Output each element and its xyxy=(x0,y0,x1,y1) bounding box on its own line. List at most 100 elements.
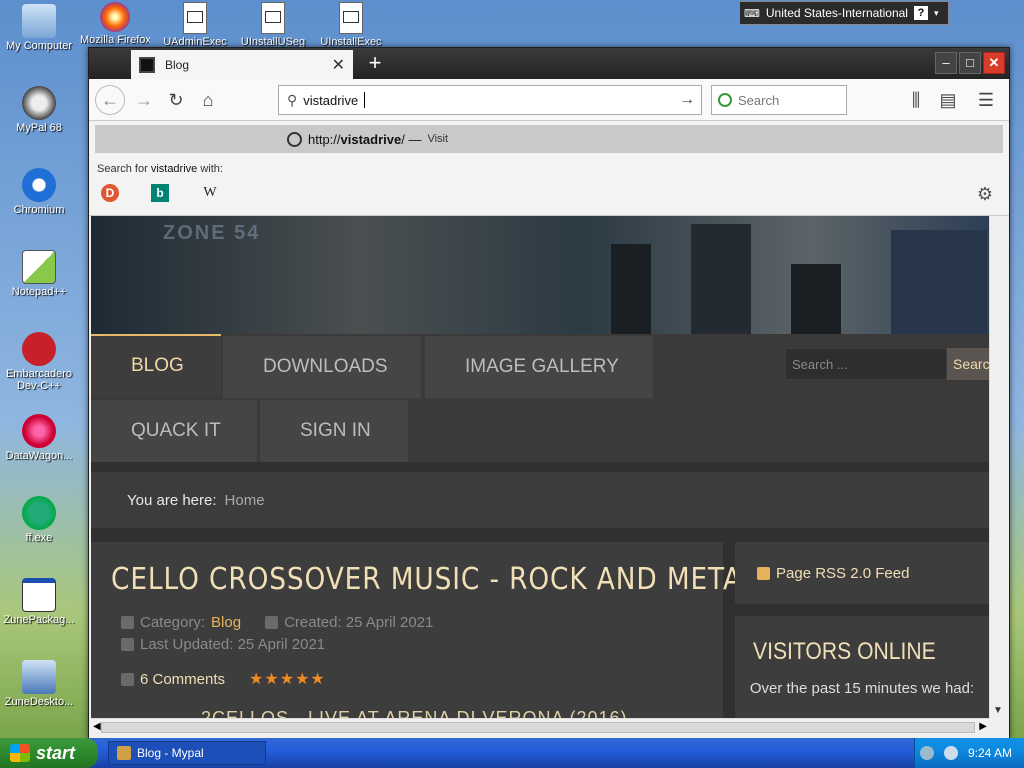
desktop-icon-chromium[interactable]: Chromium xyxy=(0,168,79,216)
visitors-heading: VISITORS ONLINE xyxy=(753,638,936,665)
desktop-icon-zunepackage[interactable]: ZunePackag... xyxy=(0,578,79,626)
sidebar-icon[interactable]: ▤ xyxy=(935,87,961,113)
breadcrumb-label: You are here: xyxy=(127,491,217,509)
vertical-scrollbar[interactable]: ▼ xyxy=(989,216,1007,718)
desktop-icon-label: ZunePackag... xyxy=(3,614,75,626)
desktop-icon-label: Chromium xyxy=(13,204,65,216)
article-meta-updated: Last Updated: 25 April 2021 xyxy=(121,636,325,653)
search-engines: D b W xyxy=(101,184,219,202)
home-button[interactable]: ⌂ xyxy=(195,87,221,113)
navigation-toolbar: ← → ↻ ⌂ ⚲ vistadrive → Search ⫼ ▤ ☰ xyxy=(89,79,1009,121)
breadcrumb-home[interactable]: Home xyxy=(225,492,265,509)
site-banner: ZONE 54 xyxy=(91,216,989,334)
go-arrow-icon[interactable]: → xyxy=(679,91,695,109)
gear-icon[interactable]: ⚙ xyxy=(977,184,993,205)
horizontal-scroll-thumb[interactable] xyxy=(101,722,975,733)
datawagon-icon xyxy=(22,414,56,448)
bing-icon[interactable]: b xyxy=(151,184,169,202)
site-favicon-icon xyxy=(139,56,155,73)
new-tab-button[interactable]: + xyxy=(361,50,389,78)
desktop-icon-firefox[interactable]: Mozilla Firefox xyxy=(80,2,150,46)
language-bar[interactable]: ⌨ United States-International ? ▾ xyxy=(739,1,949,25)
desktop-icon-label: ff.exe xyxy=(25,532,53,544)
desktop-icon-label: MyPal 68 xyxy=(16,122,62,134)
close-window-button[interactable]: ✕ xyxy=(983,52,1005,74)
horizontal-scrollbar[interactable]: ◀ ▶ xyxy=(91,718,989,736)
suggestion-visit-row[interactable]: http://vistadrive/ — Visit xyxy=(95,125,1003,153)
menu-item-sign-in[interactable]: SIGN IN xyxy=(260,400,408,462)
site-search-input[interactable]: Search ... xyxy=(785,348,947,380)
search-with-suffix: with: xyxy=(197,163,223,175)
back-button[interactable]: ← xyxy=(95,85,125,115)
menu-item-blog[interactable]: BLOG xyxy=(91,334,221,396)
ff-exe-icon xyxy=(22,496,56,530)
maximize-button[interactable]: □ xyxy=(959,52,981,74)
clock[interactable]: 9:24 AM xyxy=(968,746,1012,760)
taskbar: start Blog - Mypal 9:24 AM xyxy=(0,738,1024,768)
minimize-button[interactable]: – xyxy=(935,52,957,74)
suggestion-url-suffix: / — xyxy=(401,131,422,147)
desktop-icon-zunedesktop[interactable]: ZuneDeskto... xyxy=(0,660,79,708)
desktop-icon-mypal[interactable]: MyPal 68 xyxy=(0,86,79,134)
article-title[interactable]: CELLO CROSSOVER MUSIC - ROCK AND METAL xyxy=(111,562,758,597)
title-bar: Blog ✕ + – □ ✕ xyxy=(89,48,1009,79)
desktop-icon-ffexe[interactable]: ff.exe xyxy=(0,496,79,544)
network-icon[interactable] xyxy=(919,746,934,760)
window-icon xyxy=(22,578,56,612)
reload-button[interactable]: ↻ xyxy=(163,87,189,113)
updated-date: Last Updated: 25 April 2021 xyxy=(140,636,326,653)
search-with-term: vistadrive xyxy=(150,163,198,175)
menu-item-quack-it[interactable]: QUACK IT xyxy=(91,400,257,462)
scroll-left-icon[interactable]: ◀ xyxy=(93,721,101,732)
scroll-right-icon[interactable]: ▶ xyxy=(979,721,987,732)
google-search-icon xyxy=(718,93,732,107)
menu-item-downloads[interactable]: DOWNLOADS xyxy=(223,336,421,398)
banner-building xyxy=(891,230,987,334)
url-bar[interactable]: ⚲ vistadrive → xyxy=(278,85,702,115)
forward-button[interactable]: → xyxy=(131,87,157,113)
globe-icon xyxy=(287,131,302,147)
tab-blog[interactable]: Blog ✕ xyxy=(131,50,353,79)
duckduckgo-icon[interactable]: D xyxy=(101,184,119,202)
comments-link[interactable]: 6 Comments xyxy=(140,671,225,688)
desktop-icon-uadminexec[interactable]: UAdminExec xyxy=(160,2,230,48)
start-label: start xyxy=(36,742,76,763)
visitors-text: Over the past 15 minutes we had: xyxy=(749,680,975,697)
langbar-options-icon[interactable]: ▾ xyxy=(934,8,939,19)
created-date: Created: 25 April 2021 xyxy=(284,614,434,631)
desktop-icon-notepadpp[interactable]: Notepad++ xyxy=(0,250,79,298)
scroll-down-icon[interactable]: ▼ xyxy=(993,705,1003,716)
category-link[interactable]: Blog xyxy=(211,614,241,631)
desktop-icon-uinstalluseg[interactable]: UInstallUSeg xyxy=(238,2,308,48)
rating-stars[interactable]: ★★★★★ xyxy=(249,669,326,689)
desktop-icon-devcpp[interactable]: Embarcadero Dev-C++ xyxy=(0,332,79,392)
devcpp-icon xyxy=(22,332,56,366)
rss-icon xyxy=(757,566,770,580)
close-tab-icon[interactable]: ✕ xyxy=(332,55,345,75)
desktop-icon-my-computer[interactable]: My Computer xyxy=(0,4,79,52)
taskbar-item-blog[interactable]: Blog - Mypal xyxy=(108,741,266,765)
site-search-button[interactable]: Search xyxy=(947,348,989,380)
desktop-icon-datawagon[interactable]: DataWagon... xyxy=(0,414,79,462)
search-bar[interactable]: Search xyxy=(711,85,847,115)
document-icon xyxy=(261,2,285,34)
menu-icon[interactable]: ☰ xyxy=(973,87,999,113)
desktop-icon-label: Mozilla Firefox xyxy=(80,34,150,46)
text-cursor xyxy=(364,92,366,108)
rss-feed-link[interactable]: Page RSS 2.0 Feed xyxy=(776,565,909,582)
volume-icon[interactable] xyxy=(943,746,958,760)
menu-item-image-gallery[interactable]: IMAGE GALLERY xyxy=(425,336,653,398)
url-input[interactable]: vistadrive xyxy=(303,93,358,108)
wikipedia-icon[interactable]: W xyxy=(201,184,219,202)
start-button[interactable]: start xyxy=(0,738,98,768)
library-icon[interactable]: ⫼ xyxy=(903,87,929,113)
rss-feed-box: Page RSS 2.0 Feed xyxy=(735,542,989,604)
search-with-prefix: Search for xyxy=(97,163,151,175)
desktop-icon-label: DataWagon... xyxy=(5,450,73,462)
site-logo[interactable]: ZONE 54 xyxy=(163,222,260,245)
desktop-icon-uinstallexec[interactable]: UInstallExec xyxy=(316,2,386,48)
url-suggestions-dropdown: http://vistadrive/ — Visit Search for vi… xyxy=(89,122,1009,216)
help-icon[interactable]: ? xyxy=(913,6,928,20)
document-icon xyxy=(183,2,207,34)
visitors-online-box: VISITORS ONLINE Over the past 15 minutes… xyxy=(735,616,989,718)
